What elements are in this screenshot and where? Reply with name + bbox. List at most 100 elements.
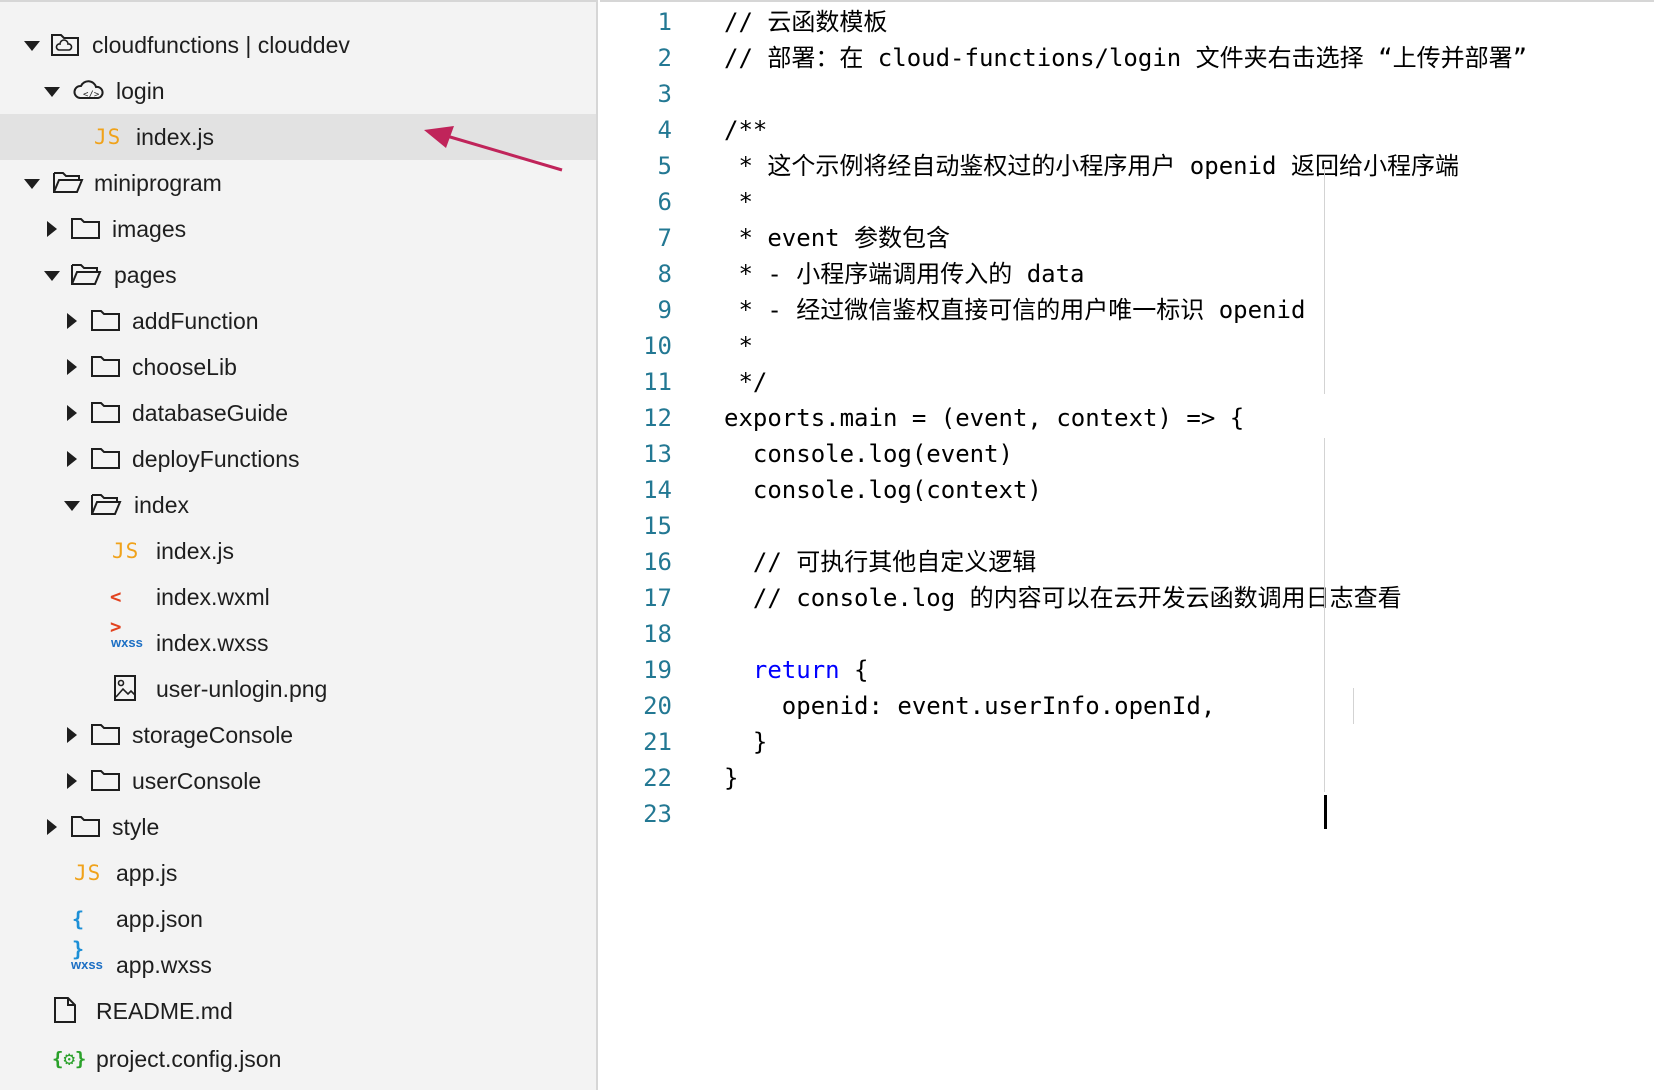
line-number: 1 [657,8,672,36]
tree-item-label: login [116,78,165,104]
code-line[interactable]: 7 * event 参数包含 [600,220,1654,256]
code-text: return { [724,652,869,688]
tree-item-readme[interactable]: README.md [0,988,596,1034]
code-line[interactable]: 8 * - 小程序端调用传入的 data [600,256,1654,292]
code-line[interactable]: 20 openid: event.userInfo.openId, [600,688,1654,724]
tree-item-label: miniprogram [94,170,222,196]
folder-icon [70,214,102,244]
code-line[interactable]: 19 return { [600,652,1654,688]
code-line[interactable]: 21 } [600,724,1654,760]
code-line[interactable]: 18 [600,616,1654,652]
chevron-right-icon[interactable] [62,390,82,436]
code-line[interactable]: 9 * - 经过微信鉴权直接可信的用户唯一标识 openid [600,292,1654,328]
code-text: /** [724,116,768,144]
code-line[interactable]: 10 * [600,328,1654,364]
line-number: 14 [643,476,672,504]
code-token: { [839,656,869,684]
tree-item-app-json[interactable]: { } app.json [0,896,596,961]
tree-item-style[interactable]: style [0,804,596,850]
tree-item-index-wxml[interactable]: < > index.wxml [0,574,596,638]
line-number: 22 [643,764,672,792]
chevron-right-icon[interactable] [62,436,82,482]
line-number: 18 [643,620,672,648]
chevron-down-icon[interactable] [22,22,42,68]
js-file-icon: JS [74,861,102,885]
js-file-icon: JS [94,125,122,149]
code-text: * [724,188,753,216]
code-line[interactable]: 11 */ [600,364,1654,400]
code-line[interactable]: 1 // 云函数模板 [600,4,1654,40]
config-file-icon: {⚙} [52,1048,87,1070]
folder-icon [90,352,122,382]
folder-icon [90,306,122,336]
tree-item-addFunction[interactable]: addFunction [0,298,596,344]
tree-item-app-wxss[interactable]: wxss app.wxss [0,942,596,988]
folder-icon [90,444,122,474]
tree-item-app-js[interactable]: JS app.js [0,850,596,896]
file-explorer: cloudfunctions | clouddev </> login JS i… [0,0,598,1090]
chevron-right-icon[interactable] [62,298,82,344]
code-line[interactable]: 17 // console.log 的内容可以在云开发云函数调用日志查看 [600,580,1654,616]
folder-icon [90,398,122,428]
tree-item-pages[interactable]: pages [0,252,596,298]
cloud-folder-icon [50,30,82,60]
tree-item-userConsole[interactable]: userConsole [0,758,596,804]
line-number: 13 [643,440,672,468]
indent-guide [1324,164,1325,394]
code-line[interactable]: 4 /** [600,112,1654,148]
code-editor[interactable]: 1 // 云函数模板 2 // 部署：在 cloud-functions/login … [600,0,1654,1090]
tree-item-images[interactable]: images [0,206,596,252]
line-number: 23 [643,800,672,828]
tree-item-databaseGuide[interactable]: databaseGuide [0,390,596,436]
tree-item-label: index.wxss [156,630,269,656]
tree-item-cloudfunctions[interactable]: cloudfunctions | clouddev [0,22,596,68]
line-number: 4 [657,116,672,144]
tree-item-chooseLib[interactable]: chooseLib [0,344,596,390]
wxss-file-icon: wxss [111,635,143,650]
indent-guide [1324,438,1325,792]
code-line[interactable]: 5 * 这个示例将经自动鉴权过的小程序用户 openid 返回给小程序端 [600,148,1654,184]
tree-item-label: userConsole [132,768,262,794]
code-line[interactable]: 15 [600,508,1654,544]
line-number: 19 [643,656,672,684]
line-number: 5 [657,152,672,180]
code-line[interactable]: 13 console.log(event) [600,436,1654,472]
code-line[interactable]: 6 * [600,184,1654,220]
tree-item-index-wxss[interactable]: wxss index.wxss [0,620,596,666]
tree-item-label: images [112,216,187,242]
chevron-right-icon[interactable] [62,712,82,758]
tree-item-login[interactable]: </> login [0,68,596,114]
chevron-right-icon[interactable] [42,206,62,252]
tree-item-index-folder[interactable]: index [0,482,596,528]
line-number: 2 [657,44,672,72]
tree-item-user-unlogin-png[interactable]: user-unlogin.png [0,666,596,712]
chevron-down-icon[interactable] [42,252,62,298]
tree-item-label: index [134,492,189,518]
code-line[interactable]: 2 // 部署：在 cloud-functions/login 文件夹右击选择 “… [600,40,1654,76]
tree-item-label: index.js [156,538,234,564]
line-number: 15 [643,512,672,540]
tree-item-project-config[interactable]: {⚙} project.config.json [0,1036,596,1082]
tree-item-index-js[interactable]: JS index.js [0,528,596,574]
code-line[interactable]: 3 [600,76,1654,112]
code-line[interactable]: 14 console.log(context) [600,472,1654,508]
chevron-right-icon[interactable] [62,344,82,390]
svg-text:</>: </> [83,90,100,100]
chevron-right-icon[interactable] [62,758,82,804]
tree-item-storageConsole[interactable]: storageConsole [0,712,596,758]
chevron-down-icon[interactable] [22,160,42,206]
code-line[interactable]: 12 exports.main = (event, context) => { [600,400,1654,436]
ide-window: cloudfunctions | clouddev </> login JS i… [0,0,1654,1090]
folder-open-icon [70,260,102,290]
code-line[interactable]: 22} [600,760,1654,796]
chevron-right-icon[interactable] [42,804,62,850]
chevron-down-icon[interactable] [62,482,82,528]
chevron-down-icon[interactable] [42,68,62,114]
tree-item-deployFunctions[interactable]: deployFunctions [0,436,596,482]
tree-item-label: databaseGuide [132,400,289,426]
code-text: */ [724,368,768,396]
code-line[interactable]: 23 [600,796,1654,832]
code-text: console.log(context) [724,476,1042,504]
annotation-arrow-icon [424,126,563,172]
code-line[interactable]: 16 // 可执行其他自定义逻辑 [600,544,1654,580]
